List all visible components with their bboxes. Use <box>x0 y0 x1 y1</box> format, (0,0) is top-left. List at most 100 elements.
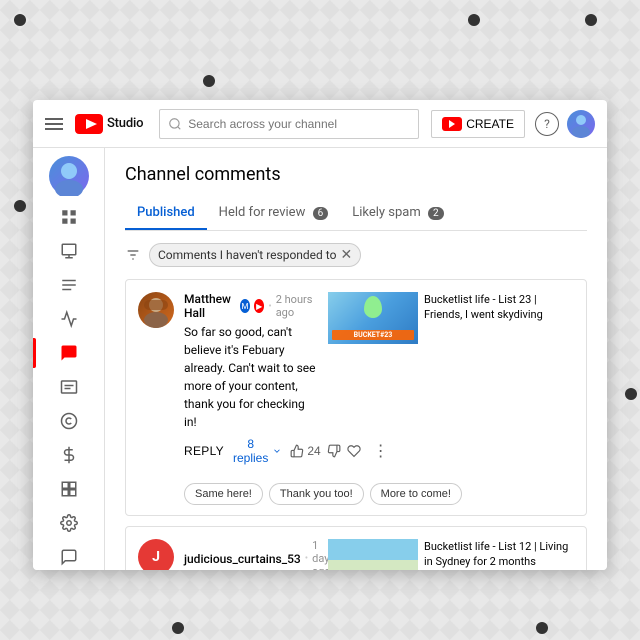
corner-dot-2 <box>468 14 480 26</box>
sidebar-item-settings-wrap <box>33 506 104 540</box>
corner-dot-7 <box>536 622 548 634</box>
sidebar-item-analytics-wrap <box>33 302 104 336</box>
tabs-bar: Published Held for review 6 Likely spam … <box>125 197 587 231</box>
comment-card-2: J judicious_curtains_53 • 1 day ago You … <box>125 526 587 570</box>
sidebar-item-customization-wrap <box>33 472 104 506</box>
create-label: CREATE <box>466 117 514 131</box>
analytics-icon <box>60 310 78 328</box>
sidebar-item-earn[interactable] <box>33 438 104 472</box>
create-button[interactable]: CREATE <box>431 110 525 138</box>
sidebar-channel-avatar[interactable] <box>49 156 89 196</box>
sidebar-item-copyright[interactable] <box>33 404 104 438</box>
filter-chip-label: Comments I haven't responded to <box>158 248 336 262</box>
sidebar-item-settings[interactable] <box>33 506 104 540</box>
corner-dot-3 <box>585 14 597 26</box>
commenter-1-name: Matthew Hall <box>184 292 236 320</box>
sidebar-item-subtitles-wrap <box>33 370 104 404</box>
sidebar-item-dashboard[interactable] <box>33 200 104 234</box>
sidebar-item-feedback[interactable] <box>33 540 104 570</box>
browser-window: Studio CREATE ? <box>33 100 607 570</box>
tab-published[interactable]: Published <box>125 197 207 230</box>
corner-dot-1 <box>14 14 26 26</box>
comment-1-actions: REPLY 8 replies 24 <box>184 437 318 465</box>
dot-separator-1: • <box>268 301 271 312</box>
quick-reply-thank-you[interactable]: Thank you too! <box>269 483 364 505</box>
commenter-2-avatar: J <box>138 539 174 570</box>
page-title: Channel comments <box>125 164 587 185</box>
top-bar: Studio CREATE ? <box>33 100 607 148</box>
sidebar <box>33 148 105 570</box>
commenter-2-name: judicious_curtains_53 <box>184 552 301 566</box>
sidebar-item-earn-wrap <box>33 438 104 472</box>
settings-icon <box>60 514 78 532</box>
member-badge-1: M <box>240 299 250 313</box>
comment-1-right: BUCKET#23 Bucketlist life - List 23 | Fr… <box>328 292 574 471</box>
comment-main-1: Matthew Hall M ▶ • 2 hours ago So far so… <box>126 280 586 483</box>
like-button-1[interactable]: 24 <box>290 444 320 458</box>
sidebar-item-analytics[interactable] <box>33 302 104 336</box>
youtube-logo <box>75 114 103 134</box>
comment-main-2: J judicious_curtains_53 • 1 day ago You … <box>126 527 586 570</box>
active-indicator <box>33 338 36 368</box>
comment-1-time: 2 hours ago <box>276 293 318 319</box>
user-avatar[interactable] <box>567 110 595 138</box>
comment-2-body: judicious_curtains_53 • 1 day ago You li… <box>184 539 318 570</box>
menu-button[interactable] <box>45 118 63 130</box>
quick-reply-more-to-come[interactable]: More to come! <box>370 483 462 505</box>
comments-icon <box>60 344 78 362</box>
sidebar-item-customization[interactable] <box>33 472 104 506</box>
sidebar-item-content[interactable] <box>33 234 104 268</box>
customization-icon <box>60 480 78 498</box>
content-area: Channel comments Published Held for revi… <box>33 148 607 570</box>
tab-held-for-review[interactable]: Held for review 6 <box>207 197 341 230</box>
video-thumbnail-1[interactable]: BUCKET#23 <box>328 292 418 344</box>
comment-1-body: Matthew Hall M ▶ • 2 hours ago So far so… <box>184 292 318 471</box>
filter-row: Comments I haven't responded to ✕ <box>125 243 587 267</box>
tab-spam-badge: 2 <box>428 207 444 220</box>
sidebar-item-copyright-wrap <box>33 404 104 438</box>
corner-dot-5 <box>14 200 26 212</box>
tab-held-badge: 6 <box>313 207 329 220</box>
tab-likely-spam[interactable]: Likely spam 2 <box>340 197 455 230</box>
search-input[interactable] <box>188 117 410 131</box>
sidebar-item-content-wrap <box>33 234 104 268</box>
corner-dot-6 <box>172 622 184 634</box>
content-icon <box>60 242 78 260</box>
comment-1-meta: Matthew Hall M ▶ • 2 hours ago <box>184 292 318 320</box>
corner-dot-8 <box>625 388 637 400</box>
logo-area: Studio <box>75 114 143 134</box>
dot-separator-2: • <box>305 553 308 564</box>
playlists-icon <box>60 276 78 294</box>
comment-2-right: BUCKET#12 Bucketlist life - List 12 | Li… <box>328 539 574 570</box>
filter-chip[interactable]: Comments I haven't responded to ✕ <box>149 243 361 267</box>
chevron-down-icon-1 <box>272 445 282 457</box>
comment-card-1: Matthew Hall M ▶ • 2 hours ago So far so… <box>125 279 587 516</box>
corner-dot-4 <box>203 75 215 87</box>
sidebar-item-playlists[interactable] <box>33 268 104 302</box>
filter-icon[interactable] <box>125 247 141 263</box>
video-info-1[interactable]: Bucketlist life - List 23 | Friends, I w… <box>424 292 574 323</box>
replies-button-1[interactable]: 8 replies <box>232 437 282 465</box>
thumb-mural <box>328 539 418 570</box>
studio-label: Studio <box>107 116 143 131</box>
help-button[interactable]: ? <box>535 112 559 136</box>
subtitles-icon <box>60 378 78 396</box>
sidebar-item-playlists-wrap <box>33 268 104 302</box>
video-info-2[interactable]: Bucketlist life - List 12 | Living in Sy… <box>424 539 574 570</box>
sidebar-item-dashboard-wrap <box>33 200 104 234</box>
copyright-icon <box>60 412 78 430</box>
comment-1-text: So far so good, can't believe it's Febua… <box>184 323 318 431</box>
comment-2-meta: judicious_curtains_53 • 1 day ago <box>184 539 318 570</box>
filter-close-button[interactable]: ✕ <box>340 247 352 263</box>
reply-button-1[interactable]: REPLY <box>184 444 224 458</box>
sidebar-item-comments-wrap <box>33 336 104 370</box>
sidebar-item-subtitles[interactable] <box>33 370 104 404</box>
quick-reply-same-here[interactable]: Same here! <box>184 483 263 505</box>
comment-1-avatar-wrap <box>138 292 174 471</box>
earn-icon <box>60 446 78 464</box>
sidebar-item-comments[interactable] <box>33 336 104 370</box>
sidebar-item-feedback-wrap <box>33 540 104 570</box>
create-icon <box>442 117 462 131</box>
video-thumbnail-2[interactable]: BUCKET#12 <box>328 539 418 570</box>
main-content: Channel comments Published Held for revi… <box>105 148 607 570</box>
